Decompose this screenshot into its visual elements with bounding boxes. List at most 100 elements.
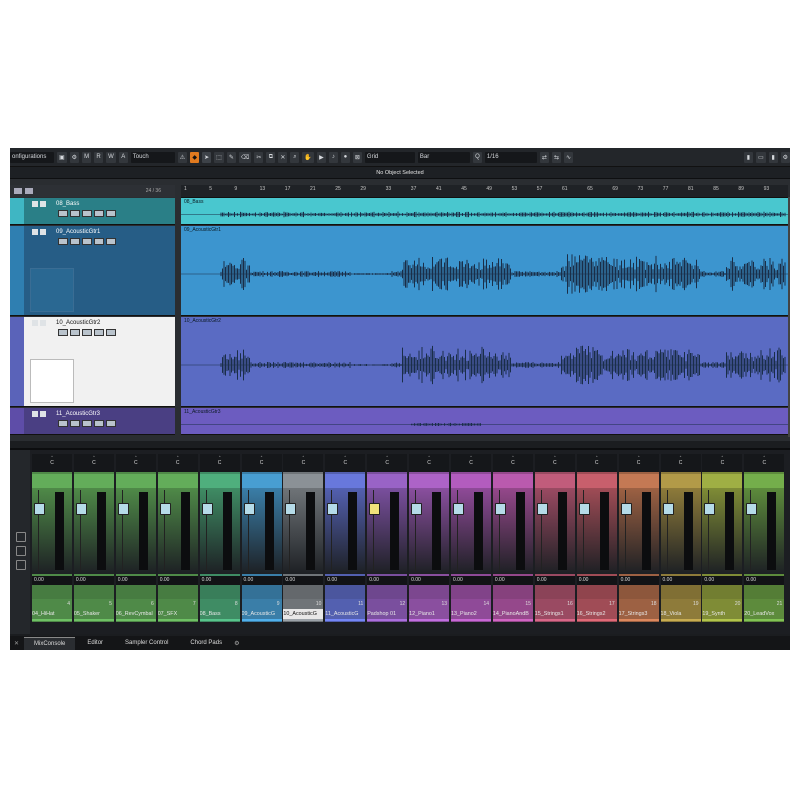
zoom-tool-icon[interactable]: ⌕ [290,151,300,163]
channel-insert-slot[interactable] [409,474,450,488]
pan-knob[interactable]: ◦ C [744,454,785,472]
mute-tool-icon[interactable]: ✕ [278,151,288,163]
channel-name[interactable]: 20_LeadVox [744,609,784,619]
grid-type-select[interactable]: Bar [417,151,470,163]
track-name[interactable]: 10_AcousticGtr2 [56,320,100,326]
channel-strip[interactable]: ◦ C 0.00 4 04_HiHat [32,454,72,622]
volume-value[interactable]: 0.00 [618,576,659,585]
pan-knob[interactable]: ◦ C [618,454,659,472]
snap-type-select[interactable]: Grid [364,151,415,163]
mode-w-button[interactable]: W [106,151,116,163]
channel-buttons[interactable] [115,585,156,599]
eraser-tool-icon[interactable]: ⌫ [238,151,252,163]
automation-mode-select[interactable]: Touch [130,151,175,163]
channel-name[interactable]: 06_RevCymbal [116,609,156,619]
track-header[interactable]: 11_AcousticGtr3 [10,408,175,435]
folder-icon[interactable] [25,188,33,194]
volume-fader[interactable] [578,503,590,516]
channel-buttons[interactable] [702,585,743,599]
channel-insert-slot[interactable] [576,474,617,488]
mode-a-button[interactable]: A [118,151,128,163]
volume-fader[interactable] [411,503,423,516]
track-name[interactable]: 09_AcousticGtr1 [56,229,100,235]
read-button[interactable] [82,329,92,336]
channel-strip[interactable]: ◦ C 0.00 15 14_PianoAndB [492,454,533,622]
volume-value[interactable]: 0.00 [32,576,72,585]
channel-name[interactable]: 09_AcousticG [242,609,282,619]
snap-toggle-icon[interactable]: ⊠ [352,151,362,163]
channel-strip[interactable]: ◦ C 0.00 16 15_Strings1 [534,454,575,622]
pan-knob[interactable]: ◦ C [283,454,324,472]
visibility-icon[interactable] [16,546,26,556]
scissors-tool-icon[interactable]: ✂ [254,151,264,163]
pan-knob[interactable]: ◦ C [241,454,282,472]
pan-knob[interactable]: ◦ C [157,454,198,472]
volume-value[interactable]: 0.00 [534,576,575,585]
play-tool-icon[interactable]: ▶ [316,151,326,163]
volume-value[interactable]: 0.00 [73,576,114,585]
channel-insert-slot[interactable] [325,474,366,488]
monitor-button[interactable] [70,238,80,245]
channel-buttons[interactable] [660,585,701,599]
channel-strip[interactable]: ◦ C 0.00 14 13_Piano2 [451,454,491,622]
channel-name[interactable]: 17_Strings3 [619,609,659,619]
quantize-icon[interactable]: Q [472,151,482,163]
channel-buttons[interactable] [325,585,366,599]
channel-insert-slot[interactable] [702,474,743,488]
tab-editor[interactable]: Editor [77,637,113,649]
pan-knob[interactable]: ◦ C [409,454,450,472]
channel-insert-slot[interactable] [32,474,72,488]
color-tool-icon[interactable]: ● [340,151,350,163]
volume-value[interactable]: 0.00 [157,576,198,585]
read-button[interactable] [82,420,92,427]
channel-buttons[interactable] [283,585,324,599]
channel-insert-slot[interactable] [618,474,659,488]
track-header[interactable]: 08_Bass [10,198,175,225]
write-button[interactable] [94,329,104,336]
audio-event[interactable]: 08_Bass [181,198,788,225]
monitor-button[interactable] [70,420,80,427]
channel-buttons[interactable] [492,585,533,599]
mode-m-button[interactable]: M [82,151,92,163]
channel-buttons[interactable] [618,585,659,599]
volume-fader[interactable] [620,503,632,516]
channel-strip[interactable]: ◦ C 0.00 9 09_AcousticG [241,454,282,622]
track-header[interactable]: 10_AcousticGtr2 [10,317,175,407]
channel-insert-slot[interactable] [367,474,408,488]
edit-button[interactable] [106,420,116,427]
record-button[interactable] [58,238,68,245]
read-button[interactable] [82,238,92,245]
volume-fader[interactable] [201,503,213,516]
channel-insert-slot[interactable] [199,474,240,488]
channel-insert-slot[interactable] [534,474,575,488]
write-button[interactable] [94,420,104,427]
channel-buttons[interactable] [576,585,617,599]
active-tool-button[interactable]: ◆ [190,151,200,163]
pan-knob[interactable]: ◦ C [32,454,72,472]
channel-insert-slot[interactable] [73,474,114,488]
volume-value[interactable]: 0.00 [744,576,785,585]
audio-event[interactable]: 11_AcousticGtr3 [181,408,788,435]
channel-name[interactable]: 15_Strings1 [535,609,575,619]
tab-sampler-control[interactable]: Sampler Control [115,637,178,649]
channel-name[interactable]: 18_Viola [661,609,701,619]
channel-strip[interactable]: ◦ C 0.00 11 11_AcousticG [325,454,366,622]
iterate-icon[interactable]: ⇆ [551,151,561,163]
channel-strip[interactable]: ◦ C 0.00 8 08_Bass [199,454,240,622]
tab-mixconsole[interactable]: MixConsole [24,636,76,650]
pan-knob[interactable]: ◦ C [534,454,575,472]
hand-tool-icon[interactable]: ✋ [302,151,314,163]
channel-name[interactable]: 07_SFX [158,609,198,619]
channel-buttons[interactable] [199,585,240,599]
write-button[interactable] [94,238,104,245]
channel-insert-slot[interactable] [660,474,701,488]
volume-value[interactable]: 0.00 [409,576,450,585]
pan-knob[interactable]: ◦ C [325,454,366,472]
quantize-select[interactable]: 1/16 [484,151,537,163]
pan-knob[interactable]: ◦ C [115,454,156,472]
tab-chord-pads[interactable]: Chord Pads [180,637,232,649]
channel-name[interactable]: 05_Shaker [74,609,114,619]
channel-insert-slot[interactable] [451,474,491,488]
add-track-icon[interactable] [14,188,22,194]
audio-event[interactable]: 09_AcousticGtr1 [181,226,788,316]
